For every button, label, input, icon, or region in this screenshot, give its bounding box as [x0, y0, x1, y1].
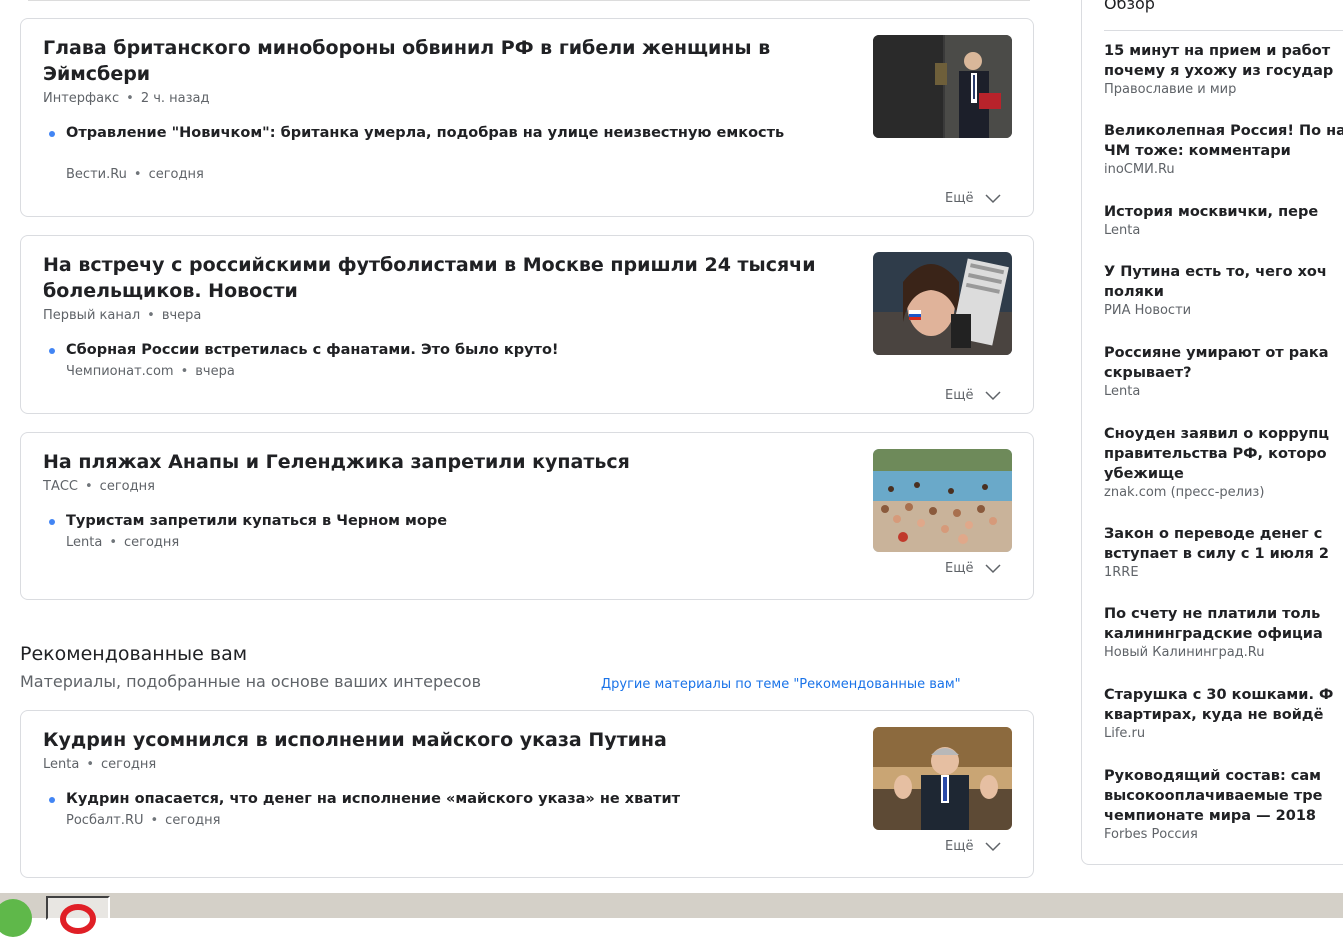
sidebar-item-source: 1RRE — [1104, 565, 1139, 580]
news-card-2: На встречу с российскими футболистами в … — [20, 235, 1034, 414]
article-thumbnail[interactable] — [873, 252, 1012, 355]
sidebar-item-source: Новый Калининград.Ru — [1104, 645, 1265, 660]
sidebar-item-source: Православие и мир — [1104, 82, 1237, 97]
news-card-4: Кудрин усомнился в исполнении майского у… — [20, 710, 1034, 878]
sidebar-item-title[interactable]: 15 минут на прием и работ почему я ухожу… — [1104, 41, 1343, 81]
sidebar-item-title[interactable]: Старушка с 30 кошками. Ф квартирах, куда… — [1104, 685, 1343, 725]
article-meta: Первый канал • вчера — [43, 308, 202, 323]
sidebar-item-source: Lenta — [1104, 384, 1141, 399]
sidebar-item-source: РИА Новости — [1104, 303, 1192, 318]
more-button[interactable]: Ещё — [945, 388, 1001, 403]
taskbar-browser-button[interactable] — [46, 896, 110, 934]
article-source[interactable]: Интерфакс — [43, 91, 119, 106]
article-time: вчера — [161, 308, 202, 323]
taskbar — [0, 892, 1343, 937]
related-article-title[interactable]: Отравление "Новичком": британка умерла, … — [66, 123, 806, 143]
article-meta: Lenta • сегодня — [43, 757, 157, 772]
related-time: сегодня — [165, 813, 221, 828]
section-heading: Рекомендованные вам — [20, 643, 248, 665]
article-meta: ТАСС • сегодня — [43, 479, 155, 494]
sidebar-item-title[interactable]: Закон о переводе денег с вступает в силу… — [1104, 524, 1343, 564]
sidebar-item[interactable]: Руководящий состав: сам высокооплачиваем… — [1104, 766, 1343, 842]
article-title[interactable]: На пляжах Анапы и Геленджика запретили к… — [43, 449, 833, 475]
sidebar-item-title[interactable]: Россияне умирают от рака скрывает? — [1104, 343, 1343, 383]
sidebar-heading: Обзор — [1104, 0, 1155, 13]
sidebar-item[interactable]: Россияне умирают от рака скрывает? Lenta — [1104, 343, 1343, 399]
article-thumbnail[interactable] — [873, 35, 1012, 138]
article-source[interactable]: Первый канал — [43, 308, 140, 323]
bullet-icon — [49, 131, 55, 137]
related-article-meta: Вести.Ru • сегодня — [66, 167, 204, 182]
sidebar-item[interactable]: Великолепная Россия! По на ЧМ тоже: комм… — [1104, 121, 1343, 177]
sidebar-item[interactable]: Старушка с 30 кошками. Ф квартирах, куда… — [1104, 685, 1343, 741]
related-source[interactable]: Росбалт.RU — [66, 813, 144, 828]
article-time: сегодня — [99, 479, 155, 494]
bullet-icon — [49, 348, 55, 354]
related-article-title[interactable]: Сборная России встретилась с фанатами. Э… — [66, 340, 806, 360]
related-source[interactable]: Lenta — [66, 535, 102, 550]
sidebar-item-title[interactable]: История москвички, пере — [1104, 202, 1343, 222]
article-meta: Интерфакс • 2 ч. назад — [43, 91, 210, 106]
sidebar-item-source: Forbes Россия — [1104, 827, 1198, 842]
related-source[interactable]: Вести.Ru — [66, 167, 127, 182]
bullet-icon — [49, 519, 55, 525]
sidebar-item[interactable]: По счету не платили толь калининградские… — [1104, 604, 1343, 660]
article-source[interactable]: ТАСС — [43, 479, 78, 494]
article-thumbnail[interactable] — [873, 449, 1012, 552]
sidebar-item-title[interactable]: Сноуден заявил о коррупц правительства Р… — [1104, 424, 1343, 484]
related-article-meta: Росбалт.RU • сегодня — [66, 813, 221, 828]
related-article-meta: Lenta • сегодня — [66, 535, 180, 550]
related-time: сегодня — [124, 535, 180, 550]
sidebar-item-source: inoСМИ.Ru — [1104, 162, 1175, 177]
top-divider — [28, 0, 1030, 1]
article-source[interactable]: Lenta — [43, 757, 79, 772]
news-card-3: На пляжах Анапы и Геленджика запретили к… — [20, 432, 1034, 600]
more-button[interactable]: Ещё — [945, 839, 1001, 854]
opera-icon — [60, 904, 96, 934]
sidebar-item-title[interactable]: Великолепная Россия! По на ЧМ тоже: комм… — [1104, 121, 1343, 161]
sidebar-item-title[interactable]: У Путина есть то, чего хоч поляки — [1104, 262, 1343, 302]
related-article-title[interactable]: Кудрин опасается, что денег на исполнени… — [66, 789, 806, 809]
article-title[interactable]: На встречу с российскими футболистами в … — [43, 252, 833, 304]
chevron-down-icon — [985, 841, 1001, 851]
sidebar-item[interactable]: Сноуден заявил о коррупц правительства Р… — [1104, 424, 1343, 500]
related-source[interactable]: Чемпионат.com — [66, 364, 174, 379]
article-thumbnail[interactable] — [873, 727, 1012, 830]
sidebar-item[interactable]: Закон о переводе денег с вступает в силу… — [1104, 524, 1343, 580]
article-title[interactable]: Глава британского минобороны обвинил РФ … — [43, 35, 833, 87]
green-app-icon[interactable] — [0, 899, 32, 937]
related-article-title[interactable]: Туристам запретили купаться в Черном мор… — [66, 511, 806, 531]
related-article-meta: Чемпионат.com • вчера — [66, 364, 235, 379]
sidebar-item[interactable]: У Путина есть то, чего хоч поляки РИА Но… — [1104, 262, 1343, 318]
article-title[interactable]: Кудрин усомнился в исполнении майского у… — [43, 727, 833, 753]
sidebar-item-source: znak.com (пресс-релиз) — [1104, 485, 1265, 500]
related-time: сегодня — [148, 167, 204, 182]
sidebar-item-title[interactable]: По счету не платили толь калининградские… — [1104, 604, 1343, 644]
sidebar-divider — [1104, 30, 1343, 31]
bullet-icon — [49, 797, 55, 803]
news-card-1: Глава британского минобороны обвинил РФ … — [20, 18, 1034, 217]
related-time: вчера — [195, 364, 235, 379]
article-time: 2 ч. назад — [140, 91, 210, 106]
sidebar-item-title[interactable]: Руководящий состав: сам высокооплачиваем… — [1104, 766, 1343, 826]
sidebar-item[interactable]: История москвички, пере Lenta — [1104, 202, 1343, 238]
chevron-down-icon — [985, 193, 1001, 203]
chevron-down-icon — [985, 390, 1001, 400]
chevron-down-icon — [985, 563, 1001, 573]
article-time: сегодня — [101, 757, 157, 772]
section-subheading: Материалы, подобранные на основе ваших и… — [20, 672, 481, 691]
sidebar-item-source: Life.ru — [1104, 726, 1146, 741]
more-in-topic-link[interactable]: Другие материалы по теме "Рекомендованны… — [601, 677, 961, 692]
more-button[interactable]: Ещё — [945, 191, 1001, 206]
sidebar-item[interactable]: 15 минут на прием и работ почему я ухожу… — [1104, 41, 1343, 97]
sidebar-item-source: Lenta — [1104, 223, 1141, 238]
more-button[interactable]: Ещё — [945, 561, 1001, 576]
